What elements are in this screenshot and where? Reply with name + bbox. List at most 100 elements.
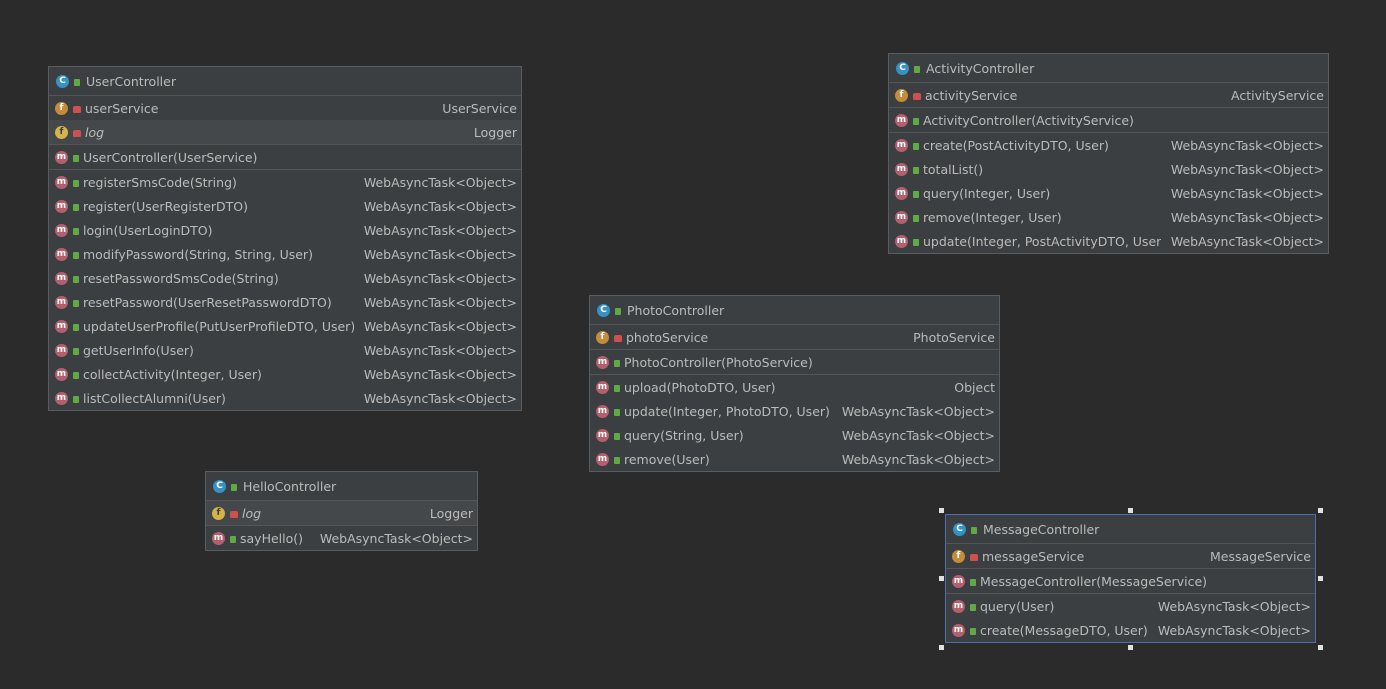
public-visibility-icon	[74, 78, 80, 86]
uml-class-activitycontroller[interactable]: C ActivityController f activityService A…	[888, 53, 1329, 254]
method-row[interactable]: m totalList() WebAsyncTask<Object>	[889, 157, 1328, 181]
method-icon: m	[596, 355, 609, 369]
public-visibility-icon	[913, 117, 919, 125]
method-row[interactable]: m getUserInfo(User) WebAsyncTask<Object>	[49, 338, 521, 362]
method-name: upload(PhotoDTO, User)	[624, 379, 776, 395]
constructor-row[interactable]: m ActivityController(ActivityService)	[889, 108, 1328, 132]
fields-section: f userService UserService f log Logger	[49, 96, 521, 145]
method-row[interactable]: m updateUserProfile(PutUserProfileDTO, Us…	[49, 314, 521, 338]
constructor-name: ActivityController(ActivityService)	[923, 112, 1134, 128]
field-icon: f	[895, 88, 908, 102]
method-row[interactable]: m create(MessageDTO, User) WebAsyncTask<Ob…	[946, 618, 1315, 642]
class-icon: C	[953, 522, 966, 536]
method-row[interactable]: m sayHello() WebAsyncTask<Object>	[206, 526, 477, 550]
method-row[interactable]: m collectActivity(Integer, User) WebAsyncT…	[49, 362, 521, 386]
class-icon: C	[597, 303, 610, 317]
resize-handle-se[interactable]	[1318, 645, 1323, 650]
method-name: updateUserProfile(PutUserProfileDTO, Use…	[83, 318, 354, 334]
uml-class-hellocontroller[interactable]: C HelloController f log Logger m sayHello…	[205, 471, 478, 551]
public-visibility-icon	[913, 238, 919, 246]
class-header[interactable]: C HelloController	[206, 472, 477, 501]
field-row[interactable]: f activityService ActivityService	[889, 83, 1328, 107]
resize-handle-ne[interactable]	[1318, 508, 1323, 513]
field-row[interactable]: f log Logger	[206, 501, 477, 525]
class-title: UserController	[86, 73, 176, 89]
method-row[interactable]: m query(Integer, User) WebAsyncTask<Object…	[889, 181, 1328, 205]
class-header[interactable]: C PhotoController	[590, 296, 999, 325]
class-header[interactable]: C UserController	[49, 67, 521, 96]
public-visibility-icon	[614, 456, 620, 464]
public-visibility-icon	[614, 384, 620, 392]
method-icon: m	[895, 138, 908, 152]
method-row[interactable]: m login(UserLoginDTO) WebAsyncTask<Object>	[49, 218, 521, 242]
method-row[interactable]: m resetPassword(UserResetPasswordDTO) WebA…	[49, 290, 521, 314]
method-row[interactable]: m resetPasswordSmsCode(String) WebAsyncTas…	[49, 266, 521, 290]
constructors-section: m MessageController(MessageService)	[946, 569, 1315, 594]
resize-handle-w[interactable]	[939, 576, 944, 581]
fields-section: f log Logger	[206, 501, 477, 526]
public-visibility-icon	[970, 627, 976, 635]
method-row[interactable]: m registerSmsCode(String) WebAsyncTask<Obj…	[49, 170, 521, 194]
method-icon: m	[55, 367, 68, 381]
field-row[interactable]: f userService UserService	[49, 96, 521, 120]
method-icon: m	[55, 343, 68, 357]
method-name: registerSmsCode(String)	[83, 174, 237, 190]
class-header[interactable]: C ActivityController	[889, 54, 1328, 83]
public-visibility-icon	[970, 578, 976, 586]
resize-handle-nw[interactable]	[939, 508, 944, 513]
method-row[interactable]: m remove(Integer, User) WebAsyncTask<Objec…	[889, 205, 1328, 229]
method-return-type: WebAsyncTask<Object>	[363, 366, 517, 382]
field-name: photoService	[626, 329, 709, 345]
resize-handle-s[interactable]	[1128, 645, 1133, 650]
public-visibility-icon	[614, 408, 620, 416]
resize-handle-e[interactable]	[1318, 576, 1323, 581]
method-row[interactable]: m create(PostActivityDTO, User) WebAsyncTa…	[889, 133, 1328, 157]
method-row[interactable]: m remove(User) WebAsyncTask<Object>	[590, 447, 999, 471]
private-visibility-icon	[73, 105, 81, 113]
method-row[interactable]: m listCollectAlumni(User) WebAsyncTask<Obj…	[49, 386, 521, 410]
constructor-row[interactable]: m PhotoController(PhotoService)	[590, 350, 999, 374]
method-row[interactable]: m update(Integer, PhotoDTO, User) WebAsync…	[590, 399, 999, 423]
class-title: ActivityController	[926, 60, 1035, 76]
method-icon: m	[55, 391, 68, 405]
method-return-type: WebAsyncTask<Object>	[841, 451, 995, 467]
constructor-row[interactable]: m MessageController(MessageService)	[946, 569, 1315, 593]
method-row[interactable]: m register(UserRegisterDTO) WebAsyncTask<O…	[49, 194, 521, 218]
public-visibility-icon	[73, 395, 79, 403]
method-row[interactable]: m modifyPassword(String, String, User) Web…	[49, 242, 521, 266]
method-name: remove(User)	[624, 451, 710, 467]
method-row[interactable]: m upload(PhotoDTO, User) Object	[590, 375, 999, 399]
public-visibility-icon	[971, 526, 977, 534]
method-row[interactable]: m update(Integer, PostActivityDTO, User) W…	[889, 229, 1328, 253]
method-name: collectActivity(Integer, User)	[83, 366, 262, 382]
field-row[interactable]: f log Logger	[49, 120, 521, 144]
constructor-name: UserController(UserService)	[83, 149, 258, 165]
method-return-type: WebAsyncTask<Object>	[319, 530, 473, 546]
constructor-row[interactable]: m UserController(UserService)	[49, 145, 521, 169]
methods-section: m registerSmsCode(String) WebAsyncTask<Obj…	[49, 170, 521, 410]
method-return-type: WebAsyncTask<Object>	[1170, 185, 1324, 201]
resize-handle-n[interactable]	[1128, 508, 1133, 513]
method-return-type: WebAsyncTask<Object>	[841, 427, 995, 443]
uml-class-photocontroller[interactable]: C PhotoController f photoService PhotoSe…	[589, 295, 1000, 472]
uml-class-messagecontroller[interactable]: C MessageController f messageService Mes…	[945, 514, 1316, 643]
method-name: resetPasswordSmsCode(String)	[83, 270, 279, 286]
public-visibility-icon	[73, 347, 79, 355]
private-visibility-icon	[73, 129, 81, 137]
static-field-icon: f	[212, 506, 225, 520]
field-row[interactable]: f photoService PhotoService	[590, 325, 999, 349]
resize-handle-sw[interactable]	[939, 645, 944, 650]
method-return-type: WebAsyncTask<Object>	[363, 198, 517, 214]
field-row[interactable]: f messageService MessageService	[946, 544, 1315, 568]
method-row[interactable]: m query(String, User) WebAsyncTask<Object>	[590, 423, 999, 447]
method-name: update(Integer, PhotoDTO, User)	[624, 403, 830, 419]
method-row[interactable]: m query(User) WebAsyncTask<Object>	[946, 594, 1315, 618]
class-header[interactable]: C MessageController	[946, 515, 1315, 544]
uml-class-usercontroller[interactable]: C UserController f userService UserServi…	[48, 66, 522, 411]
private-visibility-icon	[230, 510, 238, 518]
method-return-type: WebAsyncTask<Object>	[1170, 137, 1324, 153]
method-name: modifyPassword(String, String, User)	[83, 246, 313, 262]
public-visibility-icon	[614, 432, 620, 440]
constructors-section: m UserController(UserService)	[49, 145, 521, 170]
method-return-type: WebAsyncTask<Object>	[1157, 598, 1311, 614]
